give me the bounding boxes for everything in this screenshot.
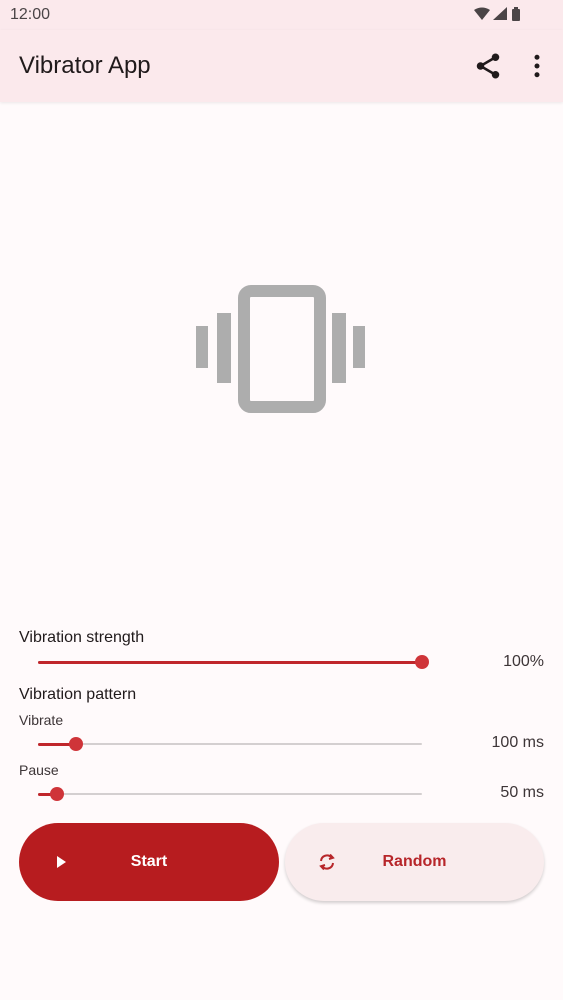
- vibrate-label: Vibrate: [19, 712, 64, 728]
- share-icon: [476, 53, 500, 79]
- slider-thumb[interactable]: [415, 655, 429, 669]
- slider-track: [38, 793, 422, 795]
- status-icons: [473, 6, 535, 29]
- slider-track: [38, 743, 422, 745]
- app-bar: Vibrator App: [0, 30, 563, 102]
- pattern-heading: Vibration pattern: [19, 686, 137, 703]
- signal-icon: [493, 7, 507, 20]
- slider-thumb[interactable]: [69, 737, 84, 751]
- start-button-label: Start: [130, 853, 168, 870]
- vibration-icon: [196, 285, 367, 418]
- random-button-label: Random: [382, 853, 447, 870]
- random-button[interactable]: Random: [285, 823, 544, 901]
- slider-fill: [38, 661, 422, 664]
- status-time: 12:00: [10, 6, 51, 23]
- more-options-button[interactable]: [522, 51, 552, 81]
- pause-value: 50 ms: [500, 784, 544, 801]
- strength-value: 100%: [503, 653, 544, 670]
- slider-thumb[interactable]: [50, 787, 65, 801]
- app-title: Vibrator App: [19, 52, 151, 79]
- strength-slider[interactable]: [38, 652, 429, 672]
- pause-slider[interactable]: [38, 784, 422, 804]
- vibrate-slider[interactable]: [38, 734, 422, 754]
- pause-label: Pause: [19, 762, 59, 778]
- strength-label: Vibration strength: [19, 629, 145, 646]
- more-vert-icon: [534, 54, 540, 78]
- status-bar: 12:00: [0, 0, 563, 30]
- vibrate-value: 100 ms: [491, 734, 544, 751]
- battery-icon: [512, 7, 520, 21]
- start-button[interactable]: Start: [19, 823, 279, 901]
- wifi-icon: [474, 7, 490, 20]
- share-button[interactable]: [473, 51, 503, 81]
